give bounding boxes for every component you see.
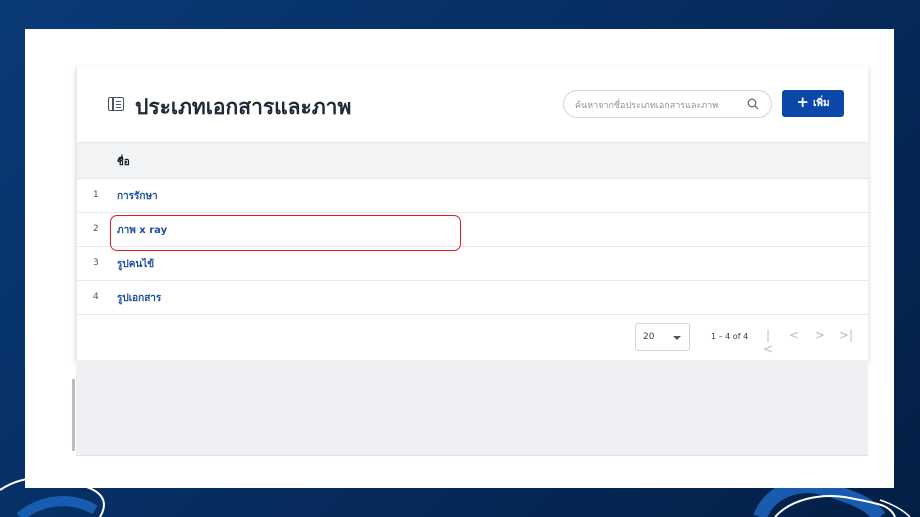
search-icon[interactable] (747, 98, 759, 110)
column-header-name[interactable]: ชื่อ (117, 155, 130, 170)
add-button-label: เพิ่ม (812, 98, 830, 109)
search-input[interactable]: ค้นหาจากชื่อประเภทเอกสารและภาพ (563, 90, 772, 118)
last-page-icon[interactable]: >| (839, 328, 853, 344)
highlight-annotation (110, 215, 461, 251)
first-page-icon[interactable]: |< (761, 328, 775, 356)
add-button[interactable]: + เพิ่ม (782, 90, 844, 117)
scrollbar[interactable] (72, 379, 75, 451)
row-index: 3 (93, 258, 99, 268)
search-placeholder: ค้นหาจากชื่อประเภทเอกสารและภาพ (575, 101, 719, 111)
next-page-icon[interactable]: > (813, 328, 827, 344)
chevron-down-icon (673, 336, 681, 340)
row-name-link[interactable]: รูปคนไข้ (117, 257, 154, 272)
document-types-card: ประเภทเอกสารและภาพ ค้นหาจากชื่อประเภทเอก… (76, 66, 868, 360)
row-index: 2 (93, 224, 99, 234)
table-header: ชื่อ (77, 142, 868, 179)
empty-area (76, 360, 868, 456)
page-size-select[interactable]: 20 (635, 323, 690, 351)
table-row[interactable]: 3 รูปคนไข้ (77, 247, 868, 281)
row-name-link[interactable]: รูปเอกสาร (117, 291, 161, 306)
row-index: 1 (93, 190, 99, 200)
content-frame: ประเภทเอกสารและภาพ ค้นหาจากชื่อประเภทเอก… (25, 29, 894, 488)
page-size-value: 20 (643, 332, 655, 342)
row-name-link[interactable]: การรักษา (117, 189, 158, 204)
plus-icon: + (796, 93, 809, 111)
pagination-range: 1 – 4 of 4 (711, 332, 749, 341)
card-header: ประเภทเอกสารและภาพ ค้นหาจากชื่อประเภทเอก… (77, 66, 868, 142)
prev-page-icon[interactable]: < (787, 328, 801, 344)
page-title: ประเภทเอกสารและภาพ (135, 95, 352, 119)
row-index: 4 (93, 292, 99, 302)
sidebar-toggle-icon[interactable] (108, 97, 124, 111)
table-row[interactable]: 1 การรักษา (77, 179, 868, 213)
table-row[interactable]: 4 รูปเอกสาร (77, 281, 868, 315)
